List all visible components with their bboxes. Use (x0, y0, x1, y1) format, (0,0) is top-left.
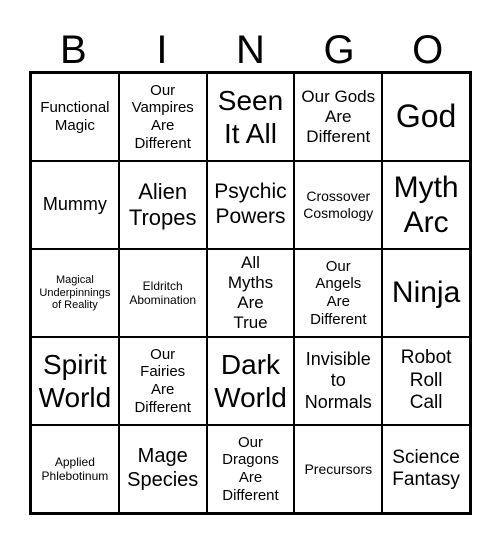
bingo-cell-text: Spirit World (38, 348, 112, 413)
bingo-cell-text: Our Fairies Are Different (134, 345, 191, 416)
bingo-cell[interactable]: Our Dragons Are Different (206, 425, 295, 513)
bingo-cell[interactable]: Our Vampires Are Different (118, 73, 207, 161)
bingo-cell-text: Psychic Powers (214, 180, 287, 228)
bingo-cell-text: Applied Phlebotinum (41, 454, 109, 483)
bingo-cell-text: Functional Magic (40, 99, 110, 134)
bingo-cell-text: Mummy (42, 194, 107, 215)
header-letter-n: N (236, 28, 265, 72)
bingo-cell[interactable]: Science Fantasy (382, 425, 470, 513)
bingo-cell[interactable]: Our Angels Are Different (294, 249, 383, 337)
bingo-cell-text: Magical Underpinnings of Reality (39, 273, 111, 312)
header-letter-i: I (156, 28, 168, 72)
bingo-grid: Functional Magic Our Vampires Are Differe… (29, 71, 472, 515)
bingo-cell[interactable]: Our Fairies Are Different (118, 337, 207, 425)
bingo-cell[interactable]: Mummy (31, 161, 119, 249)
bingo-cell-text: Our Angels Are Different (310, 257, 367, 328)
bingo-cell[interactable]: Applied Phlebotinum (31, 425, 119, 513)
bingo-cell[interactable]: Crossover Cosmology (294, 161, 383, 249)
bingo-cell-text: Crossover Cosmology (303, 188, 374, 221)
bingo-cell[interactable]: Alien Tropes (118, 161, 207, 249)
bingo-cell-text: God (395, 98, 457, 135)
bingo-cell[interactable]: Myth Arc (382, 161, 470, 249)
bingo-cell[interactable]: Spirit World (31, 337, 119, 425)
bingo-cell-text: Alien Tropes (128, 179, 197, 230)
bingo-cell-text: Invisible to Normals (304, 349, 372, 412)
bingo-cell[interactable]: Robot Roll Call (382, 337, 470, 425)
bingo-cell-text: Myth Arc (393, 170, 459, 239)
bingo-cell[interactable]: Mage Species (118, 425, 207, 513)
bingo-cell[interactable]: All Myths Are True (206, 249, 295, 337)
bingo-cell-text: Ninja (391, 276, 461, 310)
header-letter-o: O (412, 28, 444, 72)
bingo-cell-text: Seen It All (217, 84, 284, 149)
bingo-cell[interactable]: Eldritch Abomination (118, 249, 207, 337)
bingo-cell-text: Our Vampires Are Different (131, 81, 194, 152)
bingo-cell-text: Our Gods Are Different (301, 86, 376, 147)
bingo-cell[interactable]: Invisible to Normals (294, 337, 383, 425)
bingo-cell[interactable]: Our Gods Are Different (294, 73, 383, 161)
bingo-cell-text: Dark World (214, 348, 287, 413)
bingo-cell-text: Robot Roll Call (400, 347, 452, 414)
bingo-header: B I N G O (29, 26, 472, 74)
bingo-cell[interactable]: Precursors (294, 425, 383, 513)
bingo-cell-text: Mage Species (127, 445, 199, 491)
bingo-cell[interactable]: Seen It All (206, 73, 295, 161)
bingo-cell-text: Precursors (304, 460, 373, 477)
bingo-cell-text: Science Fantasy (392, 446, 460, 490)
bingo-cell[interactable]: Dark World (206, 337, 295, 425)
bingo-cell-text: All Myths Are True (227, 252, 274, 333)
bingo-cell[interactable]: Psychic Powers (206, 161, 295, 249)
bingo-cell[interactable]: Magical Underpinnings of Reality (31, 249, 119, 337)
header-letter-b: B (59, 28, 87, 72)
bingo-cell[interactable]: Functional Magic (31, 73, 119, 161)
bingo-cell[interactable]: God (382, 73, 470, 161)
bingo-cell-text: Our Dragons Are Different (222, 433, 279, 504)
bingo-cell[interactable]: Ninja (382, 249, 470, 337)
header-letter-g: G (323, 28, 355, 72)
bingo-cell-text: Eldritch Abomination (129, 278, 197, 307)
